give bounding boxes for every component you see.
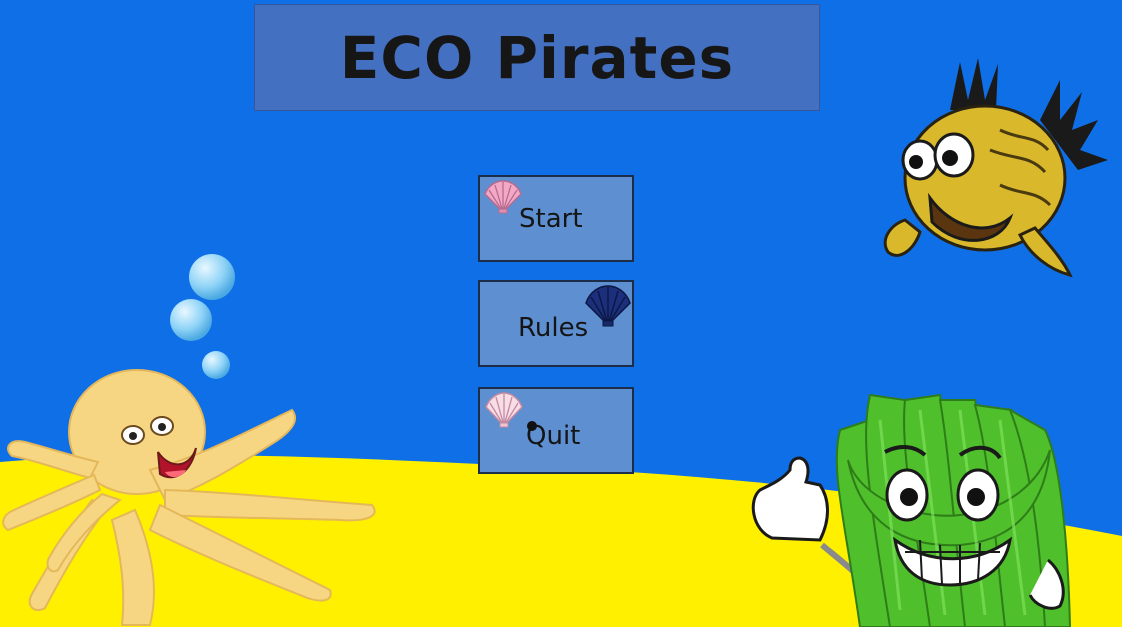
light-shell-icon <box>485 392 523 428</box>
bubble-large <box>189 254 235 300</box>
game-title: ECO Pirates <box>339 23 735 92</box>
cursor-dot-icon <box>527 421 537 431</box>
bubble-medium <box>170 299 212 341</box>
rules-label: Rules <box>518 313 589 343</box>
start-label: Start <box>519 204 583 234</box>
start-button[interactable]: Start <box>478 175 634 262</box>
rules-button[interactable]: Rules <box>478 280 634 367</box>
bubble-small <box>202 351 230 379</box>
pink-shell-icon <box>484 180 522 214</box>
title-banner: ECO Pirates <box>254 4 820 111</box>
game-menu-screen: ECO Pirates Start Rules Quit <box>0 0 1122 627</box>
navy-shell-icon <box>585 285 631 327</box>
quit-button[interactable]: Quit <box>478 387 634 474</box>
